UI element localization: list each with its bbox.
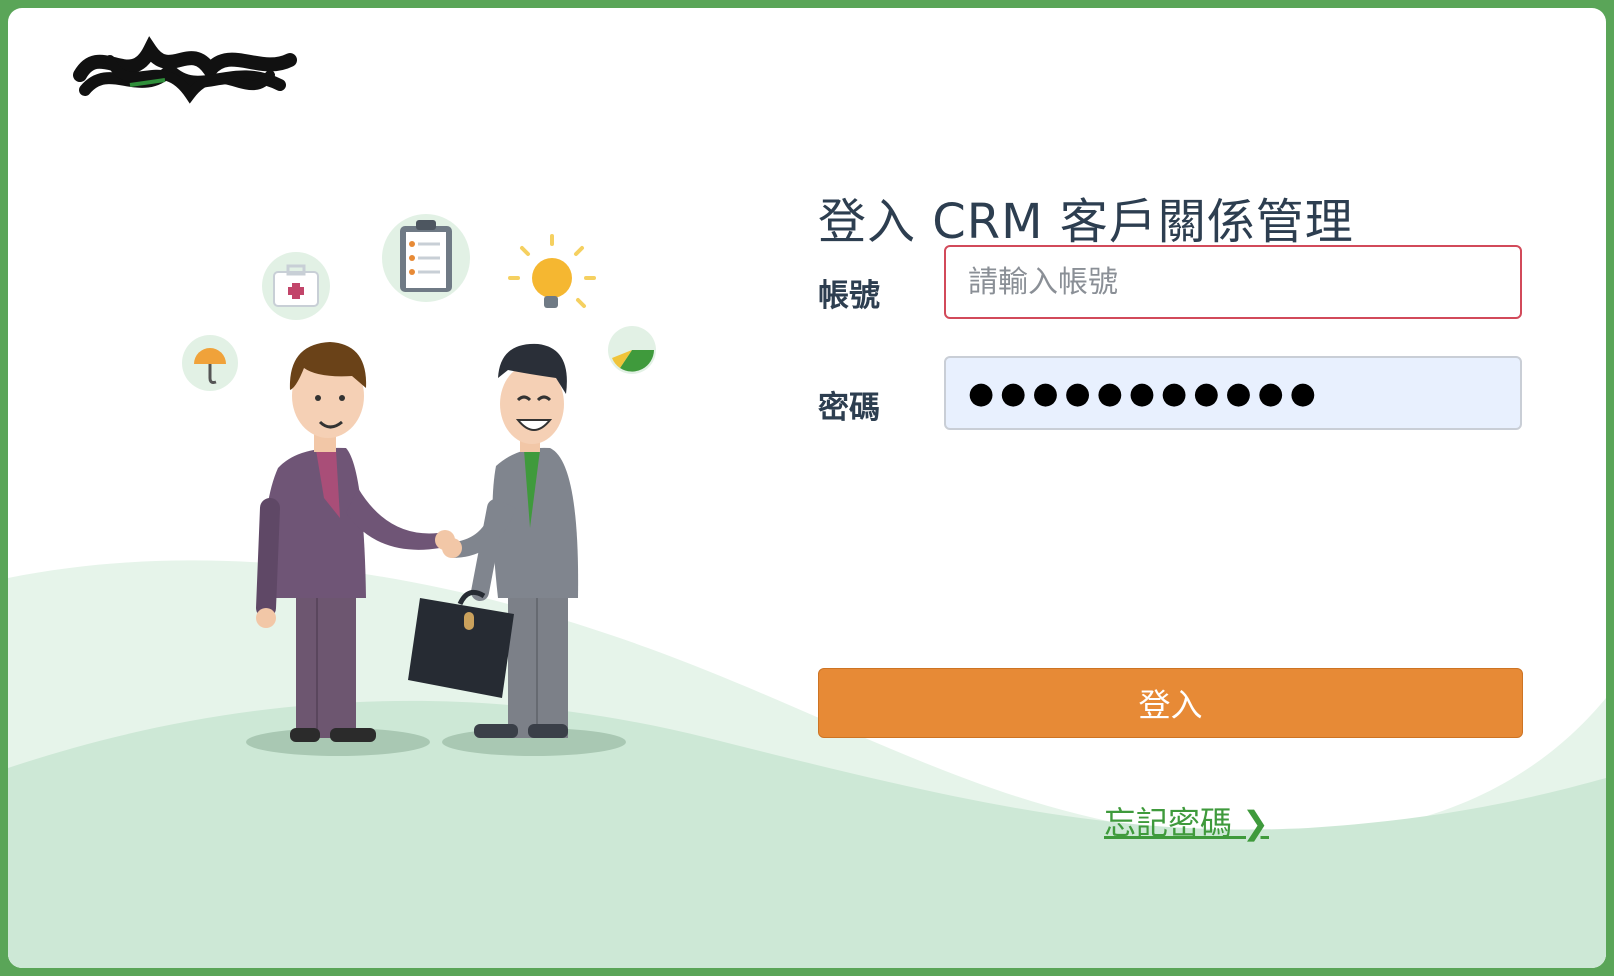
- clipboard-icon: [382, 214, 470, 302]
- account-input[interactable]: [944, 245, 1522, 319]
- password-input[interactable]: [944, 356, 1522, 430]
- lightbulb-icon: [508, 234, 596, 308]
- password-label: 密碼: [818, 390, 880, 426]
- umbrella-icon: [182, 335, 238, 391]
- handshake-illustration: [182, 214, 656, 756]
- login-window: 登入 CRM 客戶關係管理 帳號 密碼 登入 忘記密碼 ❯: [8, 8, 1606, 968]
- login-button[interactable]: 登入: [818, 668, 1523, 738]
- briefcase-icon: [408, 589, 514, 698]
- account-label: 帳號: [818, 278, 880, 314]
- first-aid-kit-icon: [262, 252, 330, 320]
- company-logo: [73, 36, 297, 104]
- forgot-password-link[interactable]: 忘記密碼 ❯: [1104, 798, 1269, 844]
- pie-chart-icon: [608, 326, 656, 374]
- page-title: 登入 CRM 客戶關係管理: [818, 194, 1354, 251]
